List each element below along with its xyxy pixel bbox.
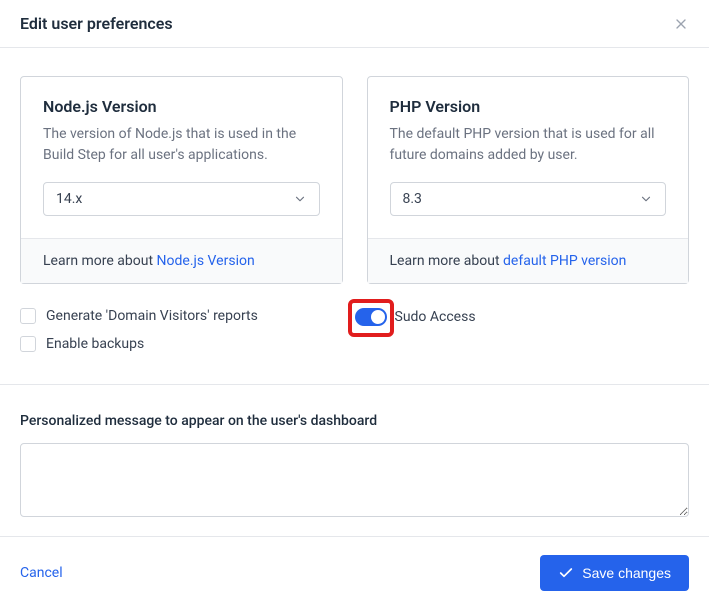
learn-more-prefix: Learn more about [43,253,157,269]
php-version-title: PHP Version [390,97,667,116]
chevron-down-icon [293,192,307,206]
node-version-description: The version of Node.js that is used in t… [43,124,320,166]
chevron-down-icon [639,192,653,206]
learn-more-prefix: Learn more about [390,253,504,269]
message-textarea[interactable] [20,443,689,517]
dialog-content: Node.js Version The version of Node.js t… [0,48,709,541]
sudo-access-label: Sudo Access [395,309,476,325]
enable-backups-label: Enable backups [46,336,144,352]
node-version-title: Node.js Version [43,97,320,116]
close-icon [673,16,689,32]
enable-backups-checkbox[interactable] [20,336,36,352]
dialog-header: Edit user preferences [0,0,709,48]
cancel-button[interactable]: Cancel [20,565,63,581]
php-version-learn-link[interactable]: default PHP version [503,253,626,269]
php-version-value: 8.3 [403,191,422,207]
message-label: Personalized message to appear on the us… [20,413,689,429]
node-version-learn-link[interactable]: Node.js Version [157,253,255,269]
save-button-label: Save changes [582,565,671,581]
php-version-footer: Learn more about default PHP version [368,238,689,283]
domain-reports-label: Generate 'Domain Visitors' reports [46,308,258,324]
close-button[interactable] [673,16,689,32]
save-button[interactable]: Save changes [540,555,689,591]
php-version-description: The default PHP version that is used for… [390,124,667,166]
php-version-select[interactable]: 8.3 [390,182,667,216]
node-version-value: 14.x [56,191,82,207]
check-icon [558,565,574,581]
section-divider [0,384,709,385]
sudo-access-toggle[interactable] [355,308,387,326]
domain-reports-checkbox[interactable] [20,308,36,324]
domain-reports-option: Generate 'Domain Visitors' reports [20,308,355,324]
dialog-title: Edit user preferences [20,14,173,33]
dialog-footer: Cancel Save changes [0,536,709,609]
php-version-card: PHP Version The default PHP version that… [367,76,690,284]
node-version-card: Node.js Version The version of Node.js t… [20,76,343,284]
enable-backups-option: Enable backups [20,336,355,352]
node-version-select[interactable]: 14.x [43,182,320,216]
sudo-access-option: Sudo Access [355,308,690,326]
node-version-footer: Learn more about Node.js Version [21,238,342,283]
